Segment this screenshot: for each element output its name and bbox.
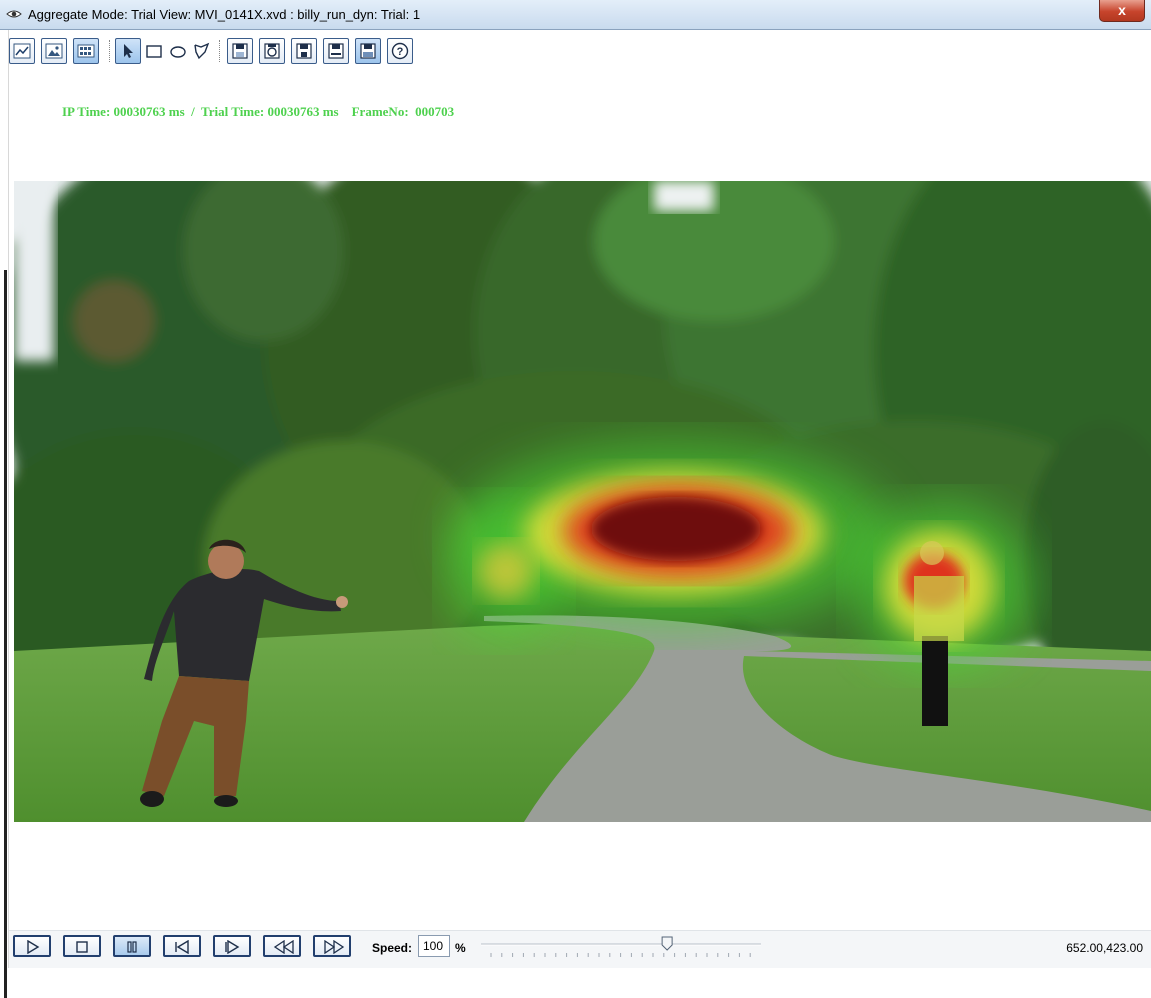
save-icon <box>232 43 248 59</box>
ellipse-tool[interactable] <box>167 38 189 64</box>
pointer-button[interactable] <box>115 38 141 64</box>
title-bar: Aggregate Mode: Trial View: MVI_0141X.xv… <box>0 0 1151 30</box>
image-icon <box>45 43 63 59</box>
ellipse-icon <box>170 46 186 58</box>
cursor-coordinates: 652.00,423.00 <box>1066 941 1143 955</box>
pause-icon <box>127 941 137 953</box>
save-image-icon <box>264 43 280 59</box>
close-button[interactable]: x <box>1099 0 1145 22</box>
fast-forward-button[interactable] <box>313 935 351 957</box>
speed-slider[interactable] <box>481 936 761 962</box>
time-frame-readout: IP Time: 00030763 ms / Trial Time: 00030… <box>62 104 455 119</box>
help-icon: ? <box>391 42 409 60</box>
step-back-icon <box>175 940 189 954</box>
playback-bar: Speed: 100 % 652.00,423.00 <box>9 930 1151 968</box>
step-forward-button[interactable] <box>213 935 251 957</box>
pointer-icon <box>124 44 133 58</box>
toolbar-separator <box>109 40 111 62</box>
line-graph-icon <box>13 43 31 59</box>
image-button[interactable] <box>41 38 67 64</box>
play-button[interactable] <box>13 935 51 957</box>
slider-track <box>481 936 761 957</box>
save-alt-button[interactable] <box>291 38 317 64</box>
save-aggregate-icon <box>360 43 376 59</box>
save-alt-icon <box>296 43 312 59</box>
rewind-icon <box>273 940 294 954</box>
save-image-button[interactable] <box>259 38 285 64</box>
save-video-icon <box>328 43 344 59</box>
toolbar: ? <box>9 38 1149 68</box>
play-icon <box>27 940 40 954</box>
video-frame-heatmap[interactable] <box>14 181 1151 822</box>
left-border <box>0 30 9 998</box>
speed-label: Speed: <box>372 941 413 955</box>
save-button[interactable] <box>227 38 253 64</box>
help-button[interactable]: ? <box>387 38 413 64</box>
step-forward-icon <box>225 940 240 954</box>
scene-image <box>14 181 1151 822</box>
pause-button[interactable] <box>113 935 151 957</box>
step-back-button[interactable] <box>163 935 201 957</box>
save-aggregate-button[interactable] <box>355 38 381 64</box>
save-video-button[interactable] <box>323 38 349 64</box>
fast-forward-icon <box>324 940 345 954</box>
freehand-tool[interactable] <box>191 38 213 64</box>
freehand-icon <box>194 42 210 60</box>
rewind-button[interactable] <box>263 935 301 957</box>
stop-icon <box>76 941 88 953</box>
speed-input[interactable]: 100 <box>418 935 450 957</box>
app-eye-icon <box>6 10 22 18</box>
video-frame-icon <box>77 44 95 58</box>
speed-unit: % <box>455 941 466 955</box>
slider-thumb <box>661 936 673 951</box>
rectangle-tool[interactable] <box>143 38 165 64</box>
window-title: Aggregate Mode: Trial View: MVI_0141X.xv… <box>28 7 421 22</box>
rectangle-icon <box>146 45 162 58</box>
svg-text:?: ? <box>397 46 404 58</box>
video-frame-button[interactable] <box>73 38 99 64</box>
stop-button[interactable] <box>63 935 101 957</box>
line-graph-button[interactable] <box>9 38 35 64</box>
toolbar-separator <box>219 40 221 62</box>
